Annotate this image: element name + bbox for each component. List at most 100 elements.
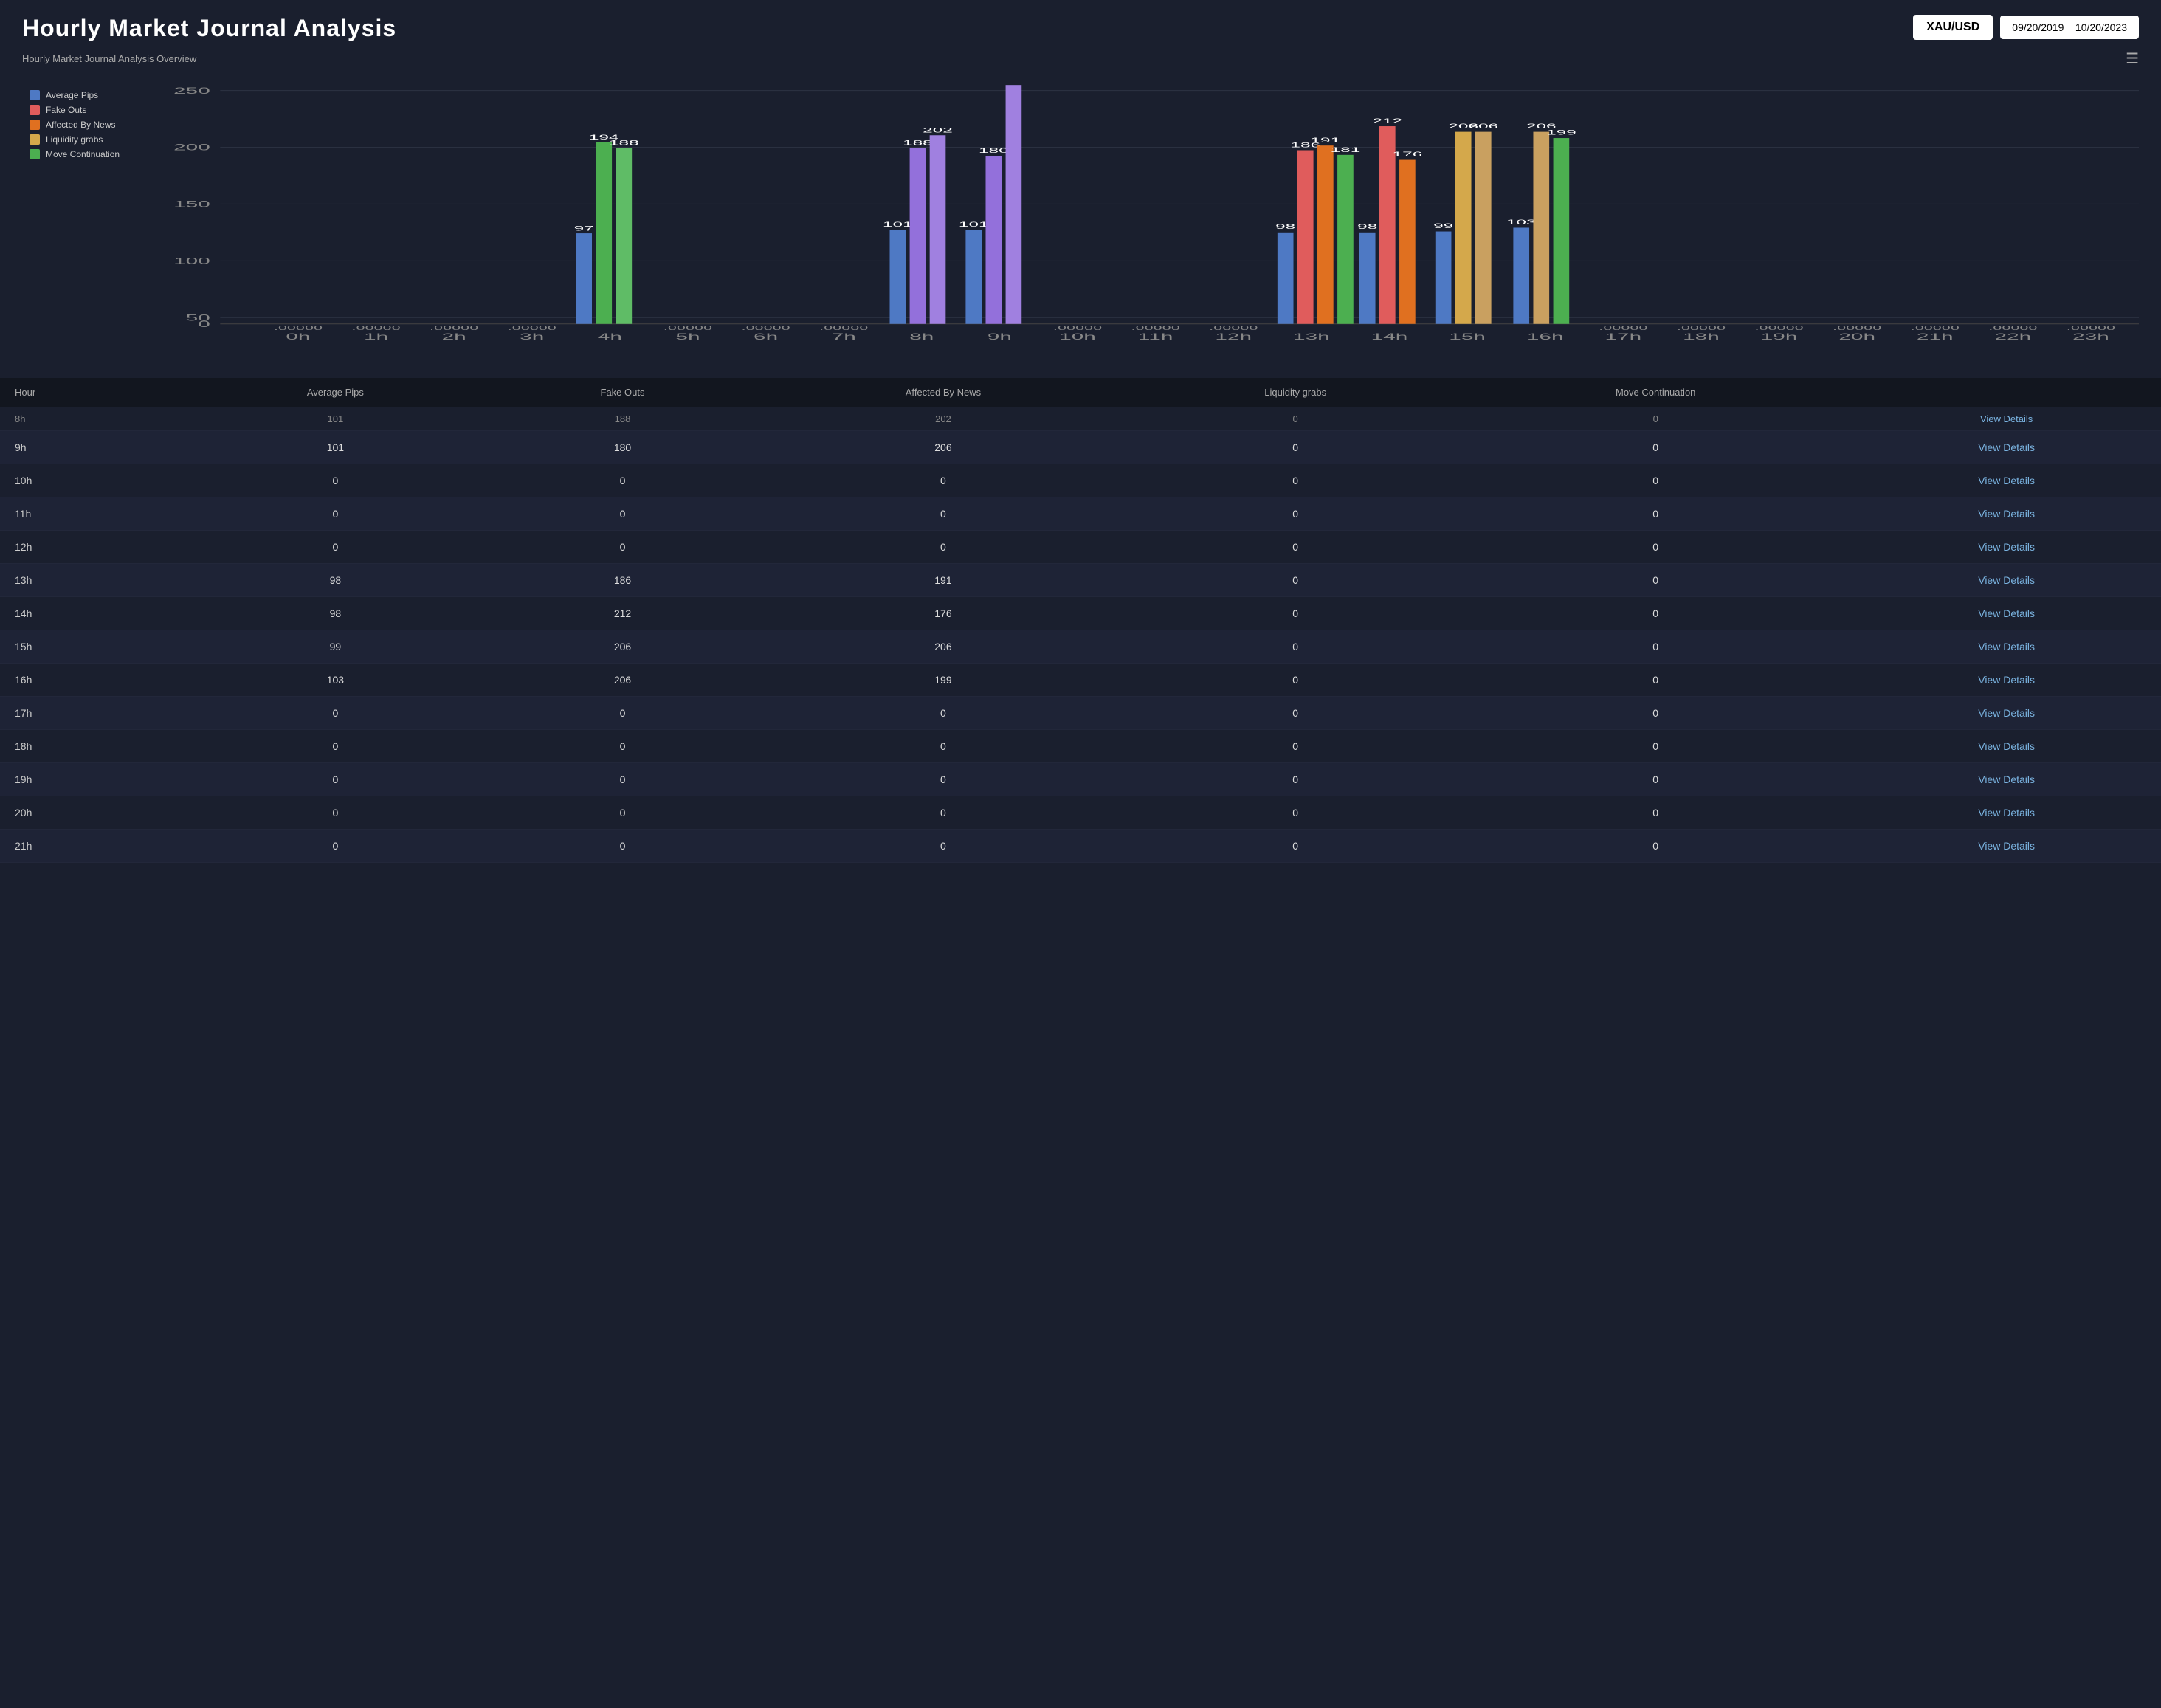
table-row: 10h 0 0 0 0 0 View Details (0, 464, 2161, 497)
cell-cont: 0 (1459, 464, 1852, 497)
svg-text:23h: 23h (2072, 332, 2109, 342)
cell-fake: 180 (490, 431, 754, 464)
bar-9h-avg (965, 230, 982, 324)
table-row: 16h 103 206 199 0 0 View Details (0, 664, 2161, 697)
legend-color-cont (30, 149, 40, 159)
cell-cont: 0 (1459, 431, 1852, 464)
cell-action[interactable]: View Details (1852, 796, 2161, 830)
subtitle-text: Hourly Market Journal Analysis Overview (22, 53, 196, 64)
cell-action[interactable]: View Details (1852, 564, 2161, 597)
cell-action[interactable]: View Details (1852, 407, 2161, 431)
cell-action[interactable]: View Details (1852, 597, 2161, 630)
cell-cont: 0 (1459, 497, 1852, 531)
cell-avg: 101 (180, 431, 490, 464)
cell-liq: 0 (1131, 407, 1459, 431)
menu-icon[interactable]: ☰ (2126, 49, 2139, 68)
svg-text:98: 98 (1357, 222, 1377, 230)
cell-hour: 13h (0, 564, 180, 597)
svg-text:.00000: .00000 (1209, 325, 1258, 331)
svg-text:19h: 19h (1761, 332, 1798, 342)
cell-fake: 0 (490, 830, 754, 863)
svg-text:256: 256 (999, 83, 1029, 84)
table-row: 9h 101 180 206 0 0 View Details (0, 431, 2161, 464)
svg-text:11h: 11h (1138, 332, 1173, 342)
svg-text:17h: 17h (1605, 332, 1641, 342)
cell-liq: 0 (1131, 763, 1459, 796)
svg-text:.00000: .00000 (1599, 325, 1647, 331)
table-row: 21h 0 0 0 0 0 View Details (0, 830, 2161, 863)
cell-news: 0 (755, 730, 1131, 763)
svg-text:101: 101 (959, 220, 989, 228)
svg-text:4h: 4h (598, 332, 622, 342)
cell-news: 0 (755, 697, 1131, 730)
cell-liq: 0 (1131, 730, 1459, 763)
chart-area: 250 200 150 100 50 0 0h 1h 2h 3h 4h 97 (140, 83, 2139, 371)
cell-hour: 11h (0, 497, 180, 531)
cell-cont: 0 (1459, 830, 1852, 863)
date-start: 09/20/2019 (2012, 21, 2064, 33)
svg-text:.00000: .00000 (1677, 325, 1726, 331)
cell-action[interactable]: View Details (1852, 830, 2161, 863)
svg-text:13h: 13h (1293, 332, 1330, 342)
cell-action[interactable]: View Details (1852, 531, 2161, 564)
svg-text:103: 103 (1506, 218, 1537, 226)
cell-news: 191 (755, 564, 1131, 597)
cell-hour: 19h (0, 763, 180, 796)
bar-8h-fake (910, 148, 926, 324)
svg-text:22h: 22h (1995, 332, 2032, 342)
bar-14h-news (1399, 160, 1416, 324)
cell-action[interactable]: View Details (1852, 431, 2161, 464)
cell-avg: 101 (180, 407, 490, 431)
cell-news: 176 (755, 597, 1131, 630)
svg-text:7h: 7h (832, 332, 856, 342)
svg-text:188: 188 (903, 139, 933, 147)
cell-action[interactable]: View Details (1852, 664, 2161, 697)
legend-color-liq (30, 134, 40, 145)
cell-news: 0 (755, 830, 1131, 863)
cell-action[interactable]: View Details (1852, 464, 2161, 497)
cell-liq: 0 (1131, 664, 1459, 697)
bar-4h-avg (576, 233, 592, 324)
table-row: 20h 0 0 0 0 0 View Details (0, 796, 2161, 830)
cell-fake: 0 (490, 796, 754, 830)
col-liquidity: Liquidity grabs (1131, 378, 1459, 407)
svg-text:5h: 5h (675, 332, 700, 342)
svg-text:10h: 10h (1059, 332, 1096, 342)
cell-action[interactable]: View Details (1852, 630, 2161, 664)
cell-cont: 0 (1459, 564, 1852, 597)
table-row: 12h 0 0 0 0 0 View Details (0, 531, 2161, 564)
cell-avg: 98 (180, 597, 490, 630)
cell-hour: 17h (0, 697, 180, 730)
cell-hour: 20h (0, 796, 180, 830)
svg-text:14h: 14h (1371, 332, 1408, 342)
col-hour: Hour (0, 378, 180, 407)
cell-cont: 0 (1459, 796, 1852, 830)
cell-avg: 0 (180, 531, 490, 564)
cell-news: 206 (755, 431, 1131, 464)
cell-hour: 9h (0, 431, 180, 464)
cell-liq: 0 (1131, 597, 1459, 630)
cell-hour: 16h (0, 664, 180, 697)
bar-16h-avg (1513, 227, 1529, 323)
cell-fake: 0 (490, 763, 754, 796)
ticker-selector[interactable]: XAU/USD (1913, 15, 1993, 40)
svg-text:.00000: .00000 (1988, 325, 2037, 331)
cell-action[interactable]: View Details (1852, 697, 2161, 730)
cell-action[interactable]: View Details (1852, 730, 2161, 763)
legend-liquidity: Liquidity grabs (30, 134, 120, 145)
svg-text:199: 199 (1546, 128, 1576, 137)
bar-13h-cont (1337, 155, 1354, 324)
cell-cont: 0 (1459, 697, 1852, 730)
legend-label-cont: Move Continuation (46, 149, 120, 159)
cell-action[interactable]: View Details (1852, 497, 2161, 531)
svg-text:250: 250 (173, 86, 210, 95)
chart-legend: Average Pips Fake Outs Affected By News … (30, 90, 120, 159)
cell-news: 0 (755, 464, 1131, 497)
bar-4h-cont2 (616, 148, 633, 324)
col-action (1852, 378, 2161, 407)
svg-text:202: 202 (923, 126, 953, 134)
cell-news: 0 (755, 497, 1131, 531)
cell-action[interactable]: View Details (1852, 763, 2161, 796)
svg-text:150: 150 (173, 199, 210, 209)
bar-15h-news (1475, 132, 1492, 324)
